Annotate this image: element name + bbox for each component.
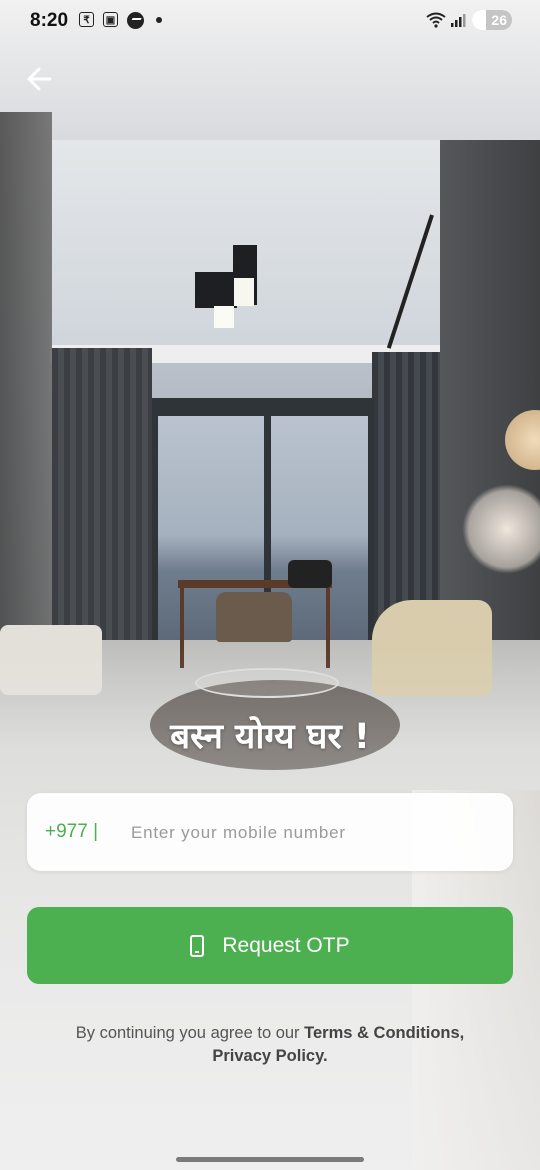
messenger-icon <box>127 12 144 29</box>
status-time: 8:20 <box>30 10 69 31</box>
dot-icon <box>156 17 162 23</box>
background-interior-image <box>0 0 540 1170</box>
screenshot-icon: ▣ <box>103 12 118 27</box>
status-bar: 8:20 ₹ ▣ 26 <box>0 0 540 42</box>
terms-prefix-text: By continuing you agree to our <box>75 1024 305 1042</box>
privacy-policy-link[interactable]: Privacy Policy. <box>212 1047 327 1065</box>
request-otp-button[interactable]: Request OTP <box>27 907 513 984</box>
screen: 8:20 ₹ ▣ 26 बस्न योग्य घर ! +977 | Enter… <box>0 0 540 1170</box>
rupee-icon: ₹ <box>79 12 94 27</box>
tagline: बस्न योग्य घर ! <box>170 717 370 757</box>
signal-icon <box>451 14 466 27</box>
mobile-phone-icon <box>190 934 205 957</box>
mobile-number-input[interactable] <box>129 813 503 853</box>
battery-level: 26 <box>491 12 507 28</box>
arrow-left-icon <box>27 67 52 91</box>
battery-icon: 26 <box>472 10 512 30</box>
country-code-prefix: +977 | <box>45 821 99 842</box>
phone-input-container[interactable]: +977 | <box>27 793 513 871</box>
home-indicator[interactable] <box>176 1157 364 1162</box>
back-button[interactable] <box>24 62 58 96</box>
wifi-icon <box>426 12 446 28</box>
request-otp-label: Request OTP <box>222 933 350 957</box>
terms-notice: By continuing you agree to our Terms & C… <box>40 1022 500 1068</box>
terms-conditions-link[interactable]: Terms & Conditions, <box>304 1024 464 1042</box>
